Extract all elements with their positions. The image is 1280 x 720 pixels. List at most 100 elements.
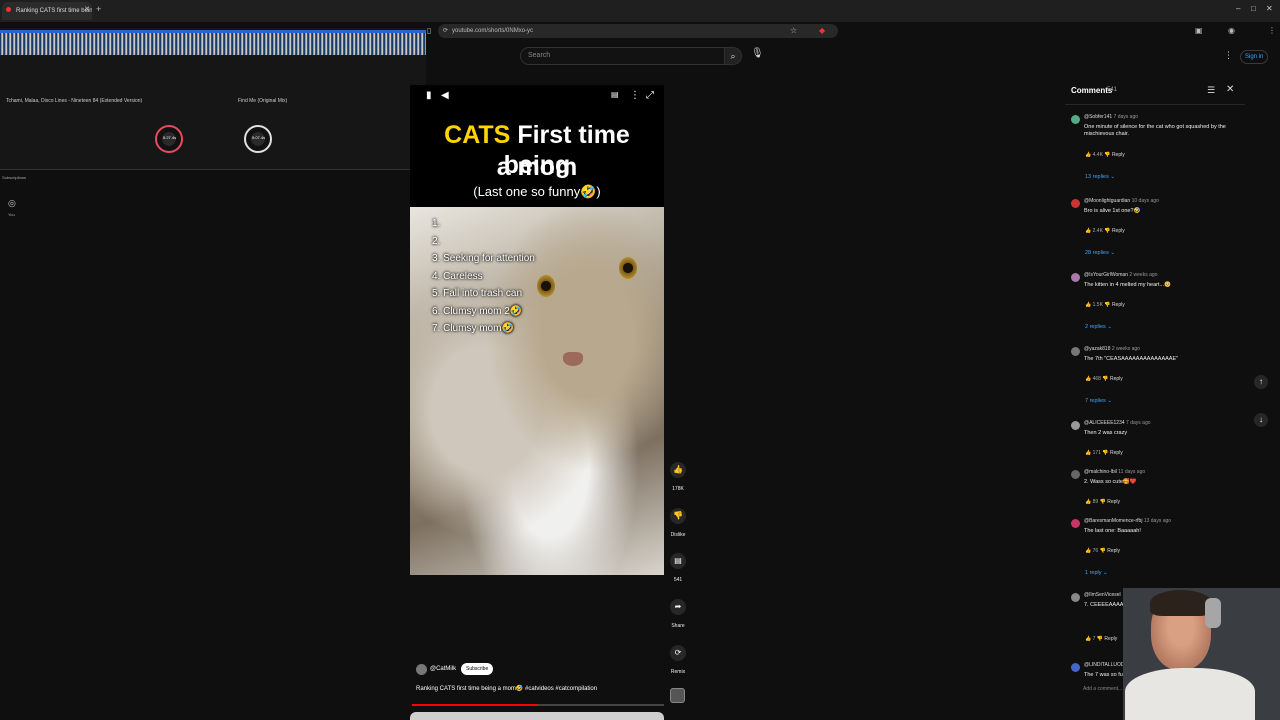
next-short-preview[interactable]: [410, 712, 664, 720]
close-comments-icon[interactable]: ✕: [1226, 84, 1234, 95]
channel-avatar[interactable]: [416, 664, 427, 675]
audio-thumbnail[interactable]: [670, 688, 685, 703]
replies-count[interactable]: 2 replies: [1085, 324, 1106, 330]
dj-waveform[interactable]: [0, 33, 426, 55]
comment-author-name[interactable]: @Sobfer141: [1084, 114, 1112, 120]
site-info-icon[interactable]: ⟳: [443, 27, 448, 34]
previous-short-arrow[interactable]: ↑: [1254, 375, 1268, 389]
comment-like-icon[interactable]: 👍: [1085, 152, 1093, 158]
comment-dislike-icon[interactable]: 👎: [1103, 152, 1112, 158]
channel-name[interactable]: @CatMilk: [430, 666, 456, 672]
comment-replies-toggle[interactable]: 2 replies ⌄: [1085, 324, 1112, 330]
replies-count[interactable]: 28 replies: [1085, 250, 1109, 256]
comment-dislike-icon[interactable]: 👎: [1103, 302, 1112, 308]
comment-author-name[interactable]: @ALICEEEE1234: [1084, 420, 1125, 426]
comment-avatar[interactable]: [1071, 663, 1080, 672]
chevron-down-icon[interactable]: ⌄: [1106, 324, 1112, 330]
chevron-down-icon[interactable]: ⌄: [1109, 250, 1115, 256]
comment-avatar[interactable]: [1071, 421, 1080, 430]
extensions-icon[interactable]: ▣: [1195, 26, 1203, 35]
short-video-title[interactable]: Ranking CATS first time being a mom🤣 #ca…: [416, 685, 597, 692]
chevron-down-icon[interactable]: ⌄: [1106, 398, 1112, 404]
chevron-down-icon[interactable]: ⌄: [1109, 174, 1115, 180]
address-bar[interactable]: youtube.com/shorts/0NMxo-yc: [438, 24, 838, 38]
more-options-icon[interactable]: ⋮: [630, 90, 640, 101]
comment-author[interactable]: @ALICEEEE1234 7 days ago: [1084, 420, 1151, 426]
comment-avatar[interactable]: [1071, 470, 1080, 479]
comment-reply-button[interactable]: Reply: [1112, 228, 1125, 234]
remix-icon[interactable]: ⟳: [670, 645, 686, 661]
comment-reply-button[interactable]: Reply: [1110, 450, 1123, 456]
comment-avatar[interactable]: [1071, 199, 1080, 208]
comment-author-name[interactable]: @Moonlightguardian: [1084, 198, 1130, 204]
comment-author[interactable]: @IlmSenVicesel: [1084, 592, 1121, 598]
profile-icon[interactable]: ◉: [1228, 26, 1235, 35]
comment-dislike-icon[interactable]: 👎: [1101, 376, 1110, 382]
tab-close-icon[interactable]: ✕: [84, 5, 90, 13]
share-icon[interactable]: ➦: [670, 599, 686, 615]
new-tab-icon[interactable]: +: [96, 4, 101, 14]
search-input[interactable]: Search: [520, 47, 725, 65]
chevron-down-icon[interactable]: ⌄: [1102, 570, 1108, 576]
browser-tab[interactable]: Ranking CATS first time bein: [2, 2, 92, 20]
comment-like-icon[interactable]: 👍: [1085, 302, 1093, 308]
comment-author-name[interactable]: @yazak818: [1084, 346, 1110, 352]
comment-like-icon[interactable]: 👍: [1085, 548, 1093, 554]
replies-count[interactable]: 1 reply: [1085, 570, 1102, 576]
comment-author[interactable]: @BaresmanMomence-rfbj 13 days ago: [1084, 518, 1171, 524]
comment-author[interactable]: @Sobfer141 7 days ago: [1084, 114, 1138, 120]
play-pause-icon[interactable]: ▮: [426, 90, 432, 101]
comment-author[interactable]: @yazak818 2 weeks ago: [1084, 346, 1140, 352]
comment-reply-button[interactable]: Reply: [1104, 636, 1117, 642]
comment-replies-toggle[interactable]: 28 replies ⌄: [1085, 250, 1115, 256]
maximize-button[interactable]: □: [1251, 4, 1256, 13]
captions-icon[interactable]: ▤: [611, 90, 619, 99]
like-icon[interactable]: 👍: [670, 462, 686, 478]
comment-dislike-icon[interactable]: 👎: [1103, 228, 1112, 234]
sign-in-button[interactable]: Sign in: [1240, 50, 1269, 64]
comment-reply-button[interactable]: Reply: [1112, 302, 1125, 308]
comment-author[interactable]: @IsYourGirlWoman 2 weeks ago: [1084, 272, 1157, 278]
subscribe-button[interactable]: Subscribe: [461, 663, 494, 675]
settings-menu-icon[interactable]: ⋮: [1224, 50, 1233, 61]
comment-dislike-icon[interactable]: 👎: [1101, 450, 1110, 456]
comment-dislike-icon[interactable]: 👎: [1098, 548, 1107, 554]
comment-author-name[interactable]: @malchino-lbil: [1084, 469, 1117, 475]
comment-dislike-icon[interactable]: 👎: [1098, 499, 1107, 505]
comment-author[interactable]: @Moonlightguardian 10 days ago: [1084, 198, 1159, 204]
comment-like-icon[interactable]: 👍: [1085, 376, 1093, 382]
comment-replies-toggle[interactable]: 1 reply ⌄: [1085, 570, 1108, 576]
sidebar-subscriptions[interactable]: Subscriptions: [2, 175, 26, 180]
comment-reply-button[interactable]: Reply: [1112, 152, 1125, 158]
sidebar-you[interactable]: You: [8, 212, 15, 217]
sort-icon[interactable]: ☰: [1207, 85, 1215, 96]
search-icon[interactable]: ⌕: [724, 47, 742, 65]
comment-avatar[interactable]: [1071, 593, 1080, 602]
comment-like-icon[interactable]: 👍: [1085, 228, 1093, 234]
comment-author-name[interactable]: @IsYourGirlWoman: [1084, 272, 1128, 278]
comment-avatar[interactable]: [1071, 273, 1080, 282]
close-window-button[interactable]: ✕: [1266, 4, 1273, 13]
comment-like-icon[interactable]: 👍: [1085, 636, 1093, 642]
comment-like-icon[interactable]: 👍: [1085, 450, 1093, 456]
fullscreen-icon[interactable]: ⤢: [646, 90, 654, 101]
browser-menu-icon[interactable]: ⋮: [1268, 26, 1276, 35]
comment-author-name[interactable]: @LINDITALLUOD: [1084, 662, 1125, 668]
extension-icon[interactable]: ◆: [819, 26, 825, 35]
comment-avatar[interactable]: [1071, 347, 1080, 356]
comments-icon[interactable]: ▤: [670, 553, 686, 569]
comment-reply-button[interactable]: Reply: [1107, 548, 1120, 554]
comment-author-name[interactable]: @BaresmanMomence-rfbj: [1084, 518, 1142, 524]
microphone-icon[interactable]: 🎙: [751, 48, 764, 59]
back-icon[interactable]: ▯: [427, 26, 431, 35]
volume-icon[interactable]: ◀: [441, 90, 449, 101]
replies-count[interactable]: 13 replies: [1085, 174, 1109, 180]
comment-avatar[interactable]: [1071, 115, 1080, 124]
replies-count[interactable]: 7 replies: [1085, 398, 1106, 404]
next-short-arrow[interactable]: ↓: [1254, 413, 1268, 427]
comment-reply-button[interactable]: Reply: [1107, 499, 1120, 505]
you-icon[interactable]: ◎: [8, 198, 16, 209]
comment-author[interactable]: @malchino-lbil 11 days ago: [1084, 469, 1145, 475]
comment-like-icon[interactable]: 👍: [1085, 499, 1093, 505]
bookmark-icon[interactable]: ☆: [790, 26, 797, 35]
